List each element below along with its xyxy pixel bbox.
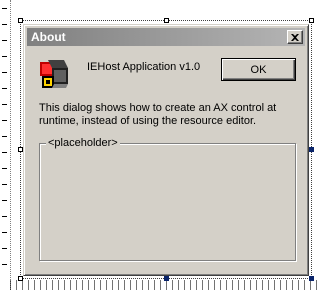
dialog-title: About (31, 30, 66, 44)
resource-editor-canvas: About IEHost Application v1.0 OK This di… (0, 0, 322, 290)
ruler-tick (2, 40, 7, 41)
ruler-tick (2, 200, 7, 201)
ruler-tick (2, 184, 7, 185)
resize-handle-top[interactable] (164, 18, 169, 23)
ruler-tick (2, 248, 7, 249)
horizontal-ruler (10, 280, 322, 290)
ruler-tick (2, 152, 7, 153)
ruler-tick (2, 72, 7, 73)
close-button[interactable] (287, 30, 303, 44)
ruler-tick (2, 104, 7, 105)
ruler-tick (2, 264, 7, 265)
ruler-tick (2, 88, 7, 89)
resize-handle-bottom-left[interactable] (18, 276, 23, 281)
ruler-tick (2, 24, 7, 25)
placeholder-groupbox: <placeholder> (39, 137, 296, 261)
ok-button[interactable]: OK (221, 58, 296, 81)
resize-handle-bottom[interactable] (164, 276, 169, 281)
resize-handle-top-right[interactable] (309, 18, 314, 23)
placeholder-groupbox-label: <placeholder> (46, 137, 120, 150)
ruler-tick (2, 168, 7, 169)
ruler-tick (2, 136, 7, 137)
ruler-tick (2, 56, 7, 57)
dialog-description: This dialog shows how to create an AX co… (39, 102, 277, 127)
dialog-title-bar[interactable]: About (27, 28, 305, 46)
app-logo-icon (38, 58, 70, 90)
ruler-tick (2, 232, 7, 233)
resize-handle-bottom-right[interactable] (309, 276, 314, 281)
ruler-tick (2, 216, 7, 217)
close-icon (291, 33, 299, 41)
vertical-ruler (0, 0, 11, 290)
app-version-label: IEHost Application v1.0 (87, 61, 201, 73)
resize-handle-right[interactable] (309, 147, 314, 152)
ruler-tick (2, 8, 7, 9)
about-dialog[interactable]: About IEHost Application v1.0 OK This di… (23, 24, 309, 276)
ruler-tick (2, 120, 7, 121)
resize-handle-top-left[interactable] (18, 18, 23, 23)
